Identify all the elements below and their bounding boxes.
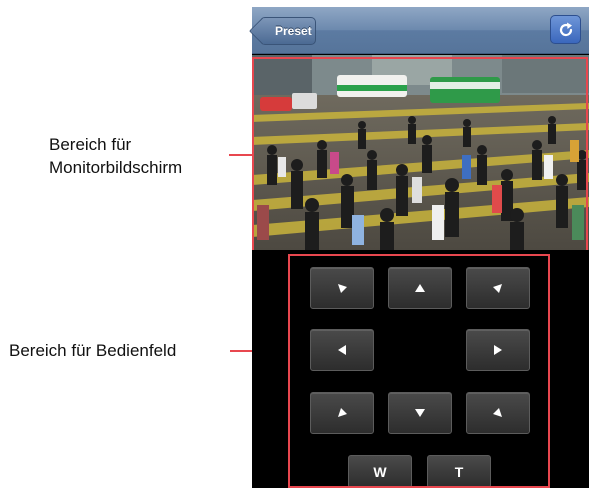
arrow-up-left-icon [338, 284, 347, 293]
arrow-down-left-icon [338, 408, 347, 417]
monitor-screen[interactable] [252, 55, 589, 250]
arrow-left-icon [338, 345, 346, 355]
app-screen: Preset W T [248, 7, 589, 488]
panel-area-label: Bereich für Bedienfeld [9, 341, 177, 360]
monitor-callout-line [229, 154, 253, 156]
pan-up-right-button[interactable] [466, 267, 530, 309]
preset-back-button-label: Preset [275, 24, 312, 38]
pan-down-right-button[interactable] [466, 392, 530, 434]
zoom-tele-button[interactable]: T [427, 455, 491, 488]
tilt-up-button[interactable] [388, 267, 452, 309]
tilt-down-button[interactable] [388, 392, 452, 434]
pan-left-button[interactable] [310, 329, 374, 371]
monitor-area-label: Bereich für Monitorbildschirm [49, 133, 182, 179]
monitor-area-label-line1: Bereich für [49, 135, 132, 154]
pan-down-left-button[interactable] [310, 392, 374, 434]
zoom-wide-button[interactable]: W [348, 455, 412, 488]
navigation-bar: Preset [248, 7, 589, 54]
monitor-area-label-line2: Monitorbildschirm [49, 158, 183, 177]
arrow-down-right-icon [493, 408, 502, 417]
pan-right-button[interactable] [466, 329, 530, 371]
arrow-right-icon [494, 345, 502, 355]
pan-up-left-button[interactable] [310, 267, 374, 309]
arrow-down-icon [415, 409, 425, 417]
refresh-icon [559, 22, 573, 37]
control-panel: W T [252, 250, 589, 488]
camera-image [252, 55, 589, 250]
refresh-button[interactable] [550, 15, 581, 44]
preset-back-button[interactable]: Preset [248, 16, 316, 46]
arrow-up-icon [415, 284, 425, 292]
arrow-up-right-icon [493, 284, 502, 293]
chevron-left-icon [248, 16, 278, 46]
